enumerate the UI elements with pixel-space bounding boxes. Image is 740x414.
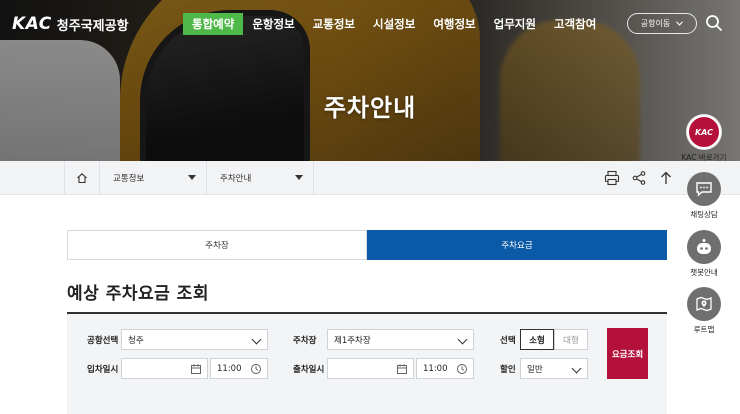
kac-logo-icon: KAC (687, 115, 721, 149)
chatbot-guide-label: 챗봇안내 (690, 268, 718, 277)
exit-time-input[interactable]: 11:00 (416, 358, 474, 379)
kac-logo-mark: KAC (12, 14, 52, 34)
entry-date-input[interactable] (121, 358, 208, 379)
home-icon (77, 173, 87, 184)
nav-business-support[interactable]: 업무지원 (485, 13, 545, 35)
breadcrumb-level1-label: 교통정보 (113, 174, 145, 184)
airport-name: 청주국제공항 (56, 18, 129, 34)
entry-datetime-label: 입차일시 (87, 365, 119, 375)
kac-shortcut[interactable]: KAC KAC 바로가기 (680, 115, 728, 163)
chat-consult-label: 채팅상담 (690, 210, 718, 219)
caret-down-icon (188, 175, 196, 180)
discount-select-value: 일반 (527, 364, 543, 375)
chat-consult[interactable]: 채팅상담 (680, 172, 728, 220)
airport-move-select[interactable]: 공항이동 (627, 13, 697, 34)
breadcrumb-home[interactable] (64, 161, 100, 195)
tab-parking-fee[interactable]: 주차요금 (367, 230, 667, 260)
page-title: 주차안내 (323, 94, 417, 122)
car-type-small[interactable]: 소형 (520, 329, 554, 350)
breadcrumb-level1-select[interactable]: 교통정보 (100, 161, 207, 195)
kac-logo-text: KAC (694, 127, 713, 137)
chevron-down-icon (251, 334, 262, 345)
print-icon[interactable] (604, 170, 620, 186)
search-icon[interactable] (705, 14, 723, 32)
clock-icon[interactable] (250, 363, 262, 375)
car-type-toggle: 소형 대형 (520, 329, 588, 350)
car-type-label: 선택 (500, 336, 516, 346)
chevron-down-icon (457, 334, 468, 345)
clock-icon[interactable] (456, 363, 468, 375)
car-type-large[interactable]: 대형 (554, 329, 588, 350)
map-icon (687, 287, 721, 321)
exit-time-value: 11:00 (423, 363, 448, 374)
calendar-icon[interactable] (396, 363, 408, 375)
airport-select-label: 공항선택 (87, 336, 119, 346)
breadcrumb-level2-label: 주차안내 (220, 174, 252, 184)
main-navigation: 통합예약 운항정보 교통정보 시설정보 여행정보 업무지원 고객참여 (183, 13, 605, 35)
entry-time-value: 11:00 (217, 363, 242, 374)
parking-tabs: 주차장 주차요금 (67, 230, 667, 260)
exit-datetime-label: 출차일시 (293, 365, 325, 375)
entry-time-input[interactable]: 11:00 (210, 358, 268, 379)
tab-parking-lot[interactable]: 주차장 (67, 230, 367, 260)
nav-facility-info[interactable]: 시설정보 (364, 13, 424, 35)
nav-customer-participation[interactable]: 고객참여 (545, 13, 605, 35)
breadcrumb: 교통정보 주차안내 (0, 161, 740, 195)
route-map-label: 루트맵 (693, 325, 715, 334)
hero-banner: KAC 청주국제공항 통합예약 운항정보 교통정보 시설정보 여행정보 업무지원… (0, 0, 740, 161)
nav-integrated-booking[interactable]: 통합예약 (183, 13, 244, 35)
nav-flight-info[interactable]: 운항정보 (243, 13, 303, 35)
breadcrumb-level2-select[interactable]: 주차안내 (207, 161, 314, 195)
fee-lookup-button[interactable]: 요금조회 (607, 328, 648, 379)
caret-down-icon (295, 175, 303, 180)
chatbot-guide[interactable]: 챗봇안내 (680, 230, 728, 278)
lot-select-value: 제1주차장 (334, 335, 371, 346)
discount-select[interactable]: 일반 (520, 358, 588, 379)
site-header: KAC 청주국제공항 통합예약 운항정보 교통정보 시설정보 여행정보 업무지원… (0, 0, 740, 46)
section-title: 예상 주차요금 조회 (67, 284, 209, 304)
exit-date-input[interactable] (327, 358, 414, 379)
chevron-down-icon (676, 21, 684, 26)
lot-select-label: 주차장 (293, 336, 317, 346)
share-icon[interactable] (631, 170, 647, 186)
page-tools (604, 170, 674, 186)
airport-move-label: 공항이동 (640, 19, 671, 28)
fee-query-form: 공항선택 청주 주차장 제1주차장 선택 소형 대형 입차일시 11:00 출차… (67, 314, 667, 414)
airport-select-value: 청주 (128, 335, 144, 346)
site-logo[interactable]: KAC 청주국제공항 (12, 14, 129, 34)
chatbot-icon (687, 230, 721, 264)
nav-travel-info[interactable]: 여행정보 (424, 13, 484, 35)
nav-transport-info[interactable]: 교통정보 (304, 13, 364, 35)
arrow-up-icon[interactable] (658, 170, 674, 186)
discount-label: 할인 (500, 365, 516, 375)
kac-shortcut-label: KAC 바로가기 (681, 153, 727, 162)
route-map[interactable]: 루트맵 (680, 287, 728, 335)
calendar-icon[interactable] (190, 363, 202, 375)
chevron-down-icon (571, 363, 582, 374)
airport-select[interactable]: 청주 (121, 329, 268, 350)
lot-select[interactable]: 제1주차장 (327, 329, 474, 350)
chat-icon (687, 172, 721, 206)
